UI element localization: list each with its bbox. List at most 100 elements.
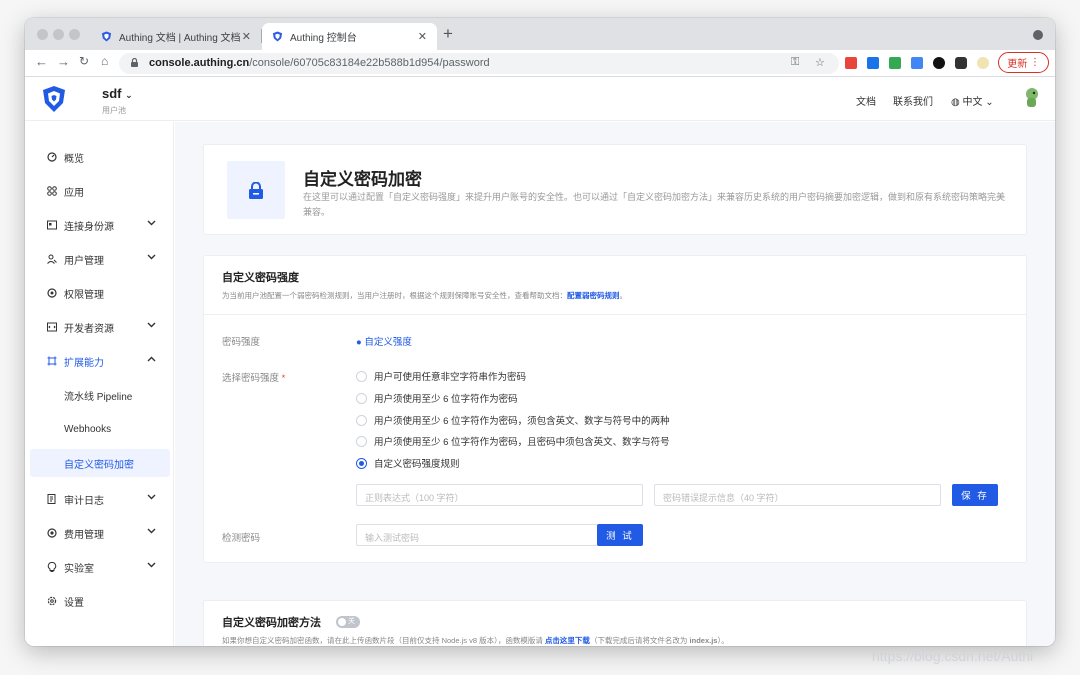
test-button[interactable]: 测 试: [597, 524, 643, 546]
reload-icon[interactable]: ↻: [79, 54, 89, 68]
sidebar-item-label: 流水线 Pipeline: [64, 391, 133, 403]
extension-save-icon[interactable]: [911, 57, 923, 69]
hero-lock-tile: [227, 161, 285, 219]
strength-option-min6[interactable]: 用户须使用至少 6 位字符作为密码: [356, 391, 518, 405]
browser-toolbar: ← → ↻ ⌂ console.authing.cn/console/60705…: [25, 50, 1055, 77]
page-title: 自定义密码加密: [303, 170, 422, 189]
tab-strip: Authing 文档 | Authing 文档 ✕ Authing 控制台 ✕ …: [25, 18, 1055, 50]
encryption-section-description: 如果你想自定义密码加密函数，请在此上传函数片段（目前仅支持 Node.js v8…: [222, 635, 729, 646]
sidebar-item-settings[interactable]: 设置: [30, 587, 170, 615]
billing-icon: [47, 528, 57, 538]
dashboard-icon: [47, 152, 57, 162]
home-icon[interactable]: ⌂: [101, 54, 108, 68]
profile-avatar[interactable]: [977, 57, 989, 69]
chevron-down-icon: ⌄: [125, 90, 133, 100]
strength-label: 密码强度: [222, 337, 261, 348]
sidebar-item-pipeline[interactable]: 流水线 Pipeline: [30, 381, 170, 409]
star-icon[interactable]: ☆: [815, 56, 825, 69]
forward-icon[interactable]: →: [57, 54, 70, 69]
user-pool-selector[interactable]: sdf ⌄: [102, 86, 133, 101]
sidebar-item-billing[interactable]: 费用管理: [30, 519, 170, 547]
puzzle-icon[interactable]: [955, 57, 967, 69]
key-icon[interactable]: ⚿: [791, 56, 799, 69]
sidebar-item-lab[interactable]: 实验室: [30, 553, 170, 581]
url-host: console.authing.cn: [149, 57, 250, 69]
strength-option-two-types[interactable]: 用户须使用至少 6 位字符作为密码，须包含英文、数字与符号中的两种: [356, 413, 670, 427]
close-icon[interactable]: ✕: [242, 30, 251, 43]
authing-logo-icon[interactable]: [41, 85, 67, 113]
strength-card: 自定义密码强度 为当前用户池配置一个弱密码检测规则，当用户注册时，根据这个规则保…: [203, 255, 1027, 563]
tab-authing-docs[interactable]: Authing 文档 | Authing 文档 ✕: [91, 23, 261, 50]
extension-circle-icon[interactable]: [933, 57, 945, 69]
update-button[interactable]: 更新 ⋮: [998, 52, 1049, 73]
chevron-down-icon: [147, 562, 156, 568]
tab-authing-console[interactable]: Authing 控制台 ✕: [262, 23, 437, 50]
sidebar-item-audit-log[interactable]: 审计日志: [30, 485, 170, 513]
radio-label: 自定义密码强度规则: [374, 459, 460, 470]
strength-value: ● 自定义强度: [356, 337, 412, 348]
sidebar-item-label: 设置: [64, 597, 84, 609]
toggle-knob: [338, 618, 346, 626]
encryption-desc-mid: （下载完成后请将文件名改为: [589, 636, 690, 645]
error-message-input[interactable]: 密码错误提示信息（40 字符）: [654, 484, 941, 506]
back-icon[interactable]: ←: [35, 54, 48, 69]
strength-option-custom[interactable]: 自定义密码强度规则: [356, 456, 460, 470]
radio-button[interactable]: [356, 435, 367, 447]
window-zoom-dot[interactable]: [69, 29, 80, 40]
strength-option-all-types[interactable]: 用户须使用至少 6 位字符作为密码，且密码中须包含英文、数字与符号: [356, 434, 670, 448]
radio-button[interactable]: [356, 392, 367, 404]
sidebar-item-custom-password[interactable]: 自定义密码加密: [30, 449, 170, 477]
strength-value-text: 自定义强度: [364, 337, 412, 348]
encryption-toggle[interactable]: 关: [336, 616, 360, 628]
sidebar-item-identity-sources[interactable]: 连接身份源: [30, 211, 170, 239]
sidebar-item-label: 费用管理: [64, 529, 104, 541]
docs-link[interactable]: 文档: [856, 93, 876, 108]
language-selector[interactable]: ◍ 中文 ⌄: [951, 93, 994, 108]
sidebar-item-overview[interactable]: 概览: [30, 143, 170, 171]
radio-button[interactable]: [356, 414, 367, 426]
section-divider: [204, 314, 1026, 315]
settings-icon: [47, 596, 57, 606]
extension-grid-icon[interactable]: [867, 57, 879, 69]
extension-tracker-icon[interactable]: [889, 57, 901, 69]
regex-input[interactable]: 正则表达式（100 字符）: [356, 484, 643, 506]
strength-option-any[interactable]: 用户可使用任意非空字符串作为密码: [356, 369, 526, 383]
sidebar-item-apps[interactable]: 应用: [30, 177, 170, 205]
sidebar-item-webhooks[interactable]: Webhooks: [30, 415, 170, 443]
extension-fe-icon[interactable]: [845, 57, 857, 69]
radio-button[interactable]: [356, 370, 367, 382]
close-icon[interactable]: ✕: [418, 30, 427, 43]
save-button[interactable]: 保 存: [952, 484, 998, 506]
tab-search-icon[interactable]: [1033, 30, 1043, 40]
sidebar-item-label: 自定义密码加密: [64, 459, 134, 471]
sidebar-item-label: 权限管理: [64, 289, 104, 301]
users-icon: [47, 254, 57, 264]
sidebar-item-label: Webhooks: [64, 423, 112, 435]
url-text: console.authing.cn/console/60705c83184e2…: [149, 57, 490, 69]
pool-name: sdf: [102, 86, 122, 101]
authing-favicon-icon: [272, 31, 283, 42]
strength-desc-text: 为当前用户池配置一个弱密码检测规则，当用户注册时，根据这个规则保障账号安全性，查…: [222, 291, 567, 300]
weak-password-rules-link[interactable]: 配置弱密码规则: [567, 291, 620, 300]
sidebar-item-extensions[interactable]: 扩展能力: [30, 347, 170, 375]
watermark: https://blog.csdn.net/Authi: [872, 648, 1034, 664]
radio-button-selected[interactable]: [356, 457, 367, 469]
new-tab-button[interactable]: +: [443, 24, 453, 44]
window-close-dot[interactable]: [37, 29, 48, 40]
sidebar-item-users[interactable]: 用户管理: [30, 245, 170, 273]
address-bar[interactable]: console.authing.cn/console/60705c83184e2…: [119, 53, 839, 74]
sidebar-item-label: 用户管理: [64, 255, 104, 267]
sidebar-item-developer[interactable]: 开发者资源: [30, 313, 170, 341]
strength-section-description: 为当前用户池配置一个弱密码检测规则，当用户注册时，根据这个规则保障账号安全性，查…: [222, 290, 627, 301]
user-avatar[interactable]: [1023, 88, 1039, 108]
test-password-input[interactable]: 输入测试密码: [356, 524, 598, 546]
contact-link[interactable]: 联系我们: [893, 93, 933, 108]
strength-desc-suffix: 。: [619, 291, 628, 300]
chevron-down-icon: [147, 254, 156, 260]
download-template-link[interactable]: 点击这里下载: [545, 636, 590, 645]
encryption-section-title: 自定义密码加密方法: [222, 617, 321, 629]
window-minimize-dot[interactable]: [53, 29, 64, 40]
identity-icon: [47, 220, 57, 230]
sidebar-item-permissions[interactable]: 权限管理: [30, 279, 170, 307]
tab-title: Authing 文档 | Authing 文档: [119, 33, 241, 44]
